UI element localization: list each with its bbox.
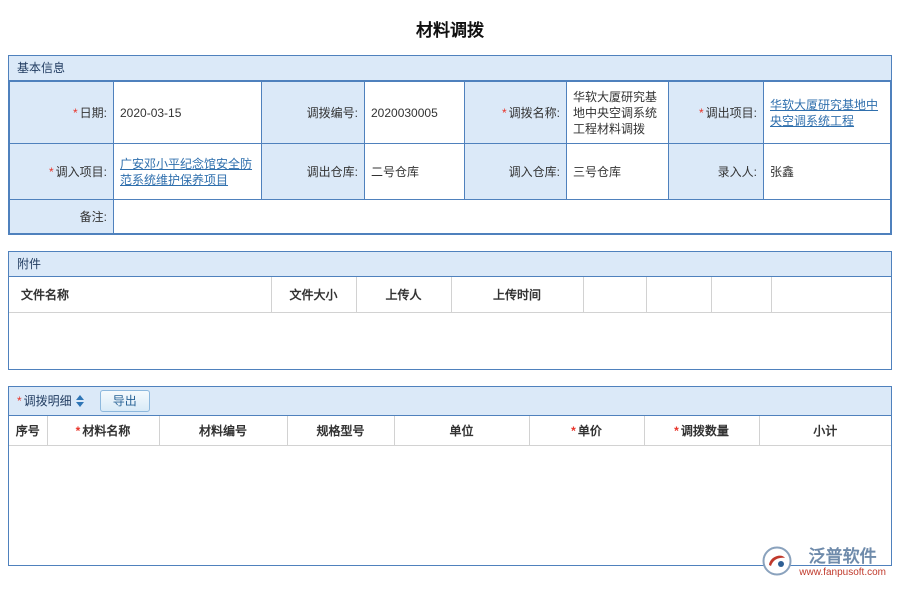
page-title: 材料调拨	[0, 0, 900, 55]
detail-table: 序号 *材料名称 材料编号 规格型号 单位 *单价 *调拨数量 小计	[9, 416, 891, 566]
detail-col-unit: 单位	[394, 416, 529, 446]
basic-info-section: 基本信息 *日期: 2020-03-15 调拨编号: 2020030005 *调…	[8, 55, 892, 235]
detail-col-unit-price: *单价	[529, 416, 644, 446]
required-marker: *	[49, 165, 54, 179]
detail-section-title: *调拨明细	[17, 392, 84, 409]
export-button[interactable]: 导出	[100, 390, 150, 412]
remark-value	[114, 200, 891, 234]
attachments-col-empty	[711, 277, 771, 313]
out-project-label: *调出项目:	[669, 82, 764, 144]
required-marker: *	[17, 394, 22, 408]
attachments-empty-body	[9, 313, 891, 369]
attachments-section-title: 附件	[9, 252, 891, 277]
detail-col-subtotal: 小计	[759, 416, 891, 446]
out-warehouse-label: 调出仓库:	[262, 144, 365, 200]
attachments-col-empty	[646, 277, 711, 313]
date-value: 2020-03-15	[114, 82, 262, 144]
in-project-value: 广安邓小平纪念馆安全防范系统维护保养项目	[114, 144, 262, 200]
attachments-col-file-name: 文件名称	[9, 277, 271, 313]
detail-col-material-no: 材料编号	[159, 416, 287, 446]
transfer-name-label: *调拨名称:	[465, 82, 567, 144]
brand-name: 泛普软件	[799, 547, 886, 566]
remark-label: 备注:	[10, 200, 114, 234]
required-marker: *	[76, 424, 81, 438]
out-project-value: 华软大厦研究基地中央空调系统工程	[764, 82, 891, 144]
attachments-section: 附件 文件名称 文件大小 上传人 上传时间	[8, 251, 892, 370]
in-project-link[interactable]: 广安邓小平纪念馆安全防范系统维护保养项目	[120, 157, 252, 187]
attachments-table: 文件名称 文件大小 上传人 上传时间	[9, 277, 891, 369]
required-marker: *	[699, 106, 704, 120]
out-warehouse-value: 二号仓库	[365, 144, 465, 200]
entry-person-value: 张鑫	[764, 144, 891, 200]
transfer-no-label: 调拨编号:	[262, 82, 365, 144]
in-warehouse-value: 三号仓库	[567, 144, 669, 200]
attachments-col-uploader: 上传人	[356, 277, 451, 313]
required-marker: *	[502, 106, 507, 120]
date-label: *日期:	[10, 82, 114, 144]
detail-col-seq: 序号	[9, 416, 47, 446]
brand-url: www.fanpusoft.com	[799, 566, 886, 579]
sort-icon[interactable]	[76, 395, 84, 407]
detail-col-quantity: *调拨数量	[644, 416, 759, 446]
entry-person-label: 录入人:	[669, 144, 764, 200]
out-project-link[interactable]: 华软大厦研究基地中央空调系统工程	[770, 98, 878, 128]
footer-brand: 泛普软件 www.fanpusoft.com	[761, 545, 886, 580]
detail-col-spec-model: 规格型号	[287, 416, 394, 446]
detail-section: *调拨明细 导出 序号 *材料名称 材料编号 规格型号 单位 *单价 *调拨数量…	[8, 386, 892, 567]
attachments-col-empty	[771, 277, 891, 313]
in-project-label: *调入项目:	[10, 144, 114, 200]
in-warehouse-label: 调入仓库:	[465, 144, 567, 200]
required-marker: *	[674, 424, 679, 438]
required-marker: *	[571, 424, 576, 438]
detail-col-material-name: *材料名称	[47, 416, 159, 446]
attachments-col-upload-time: 上传时间	[451, 277, 583, 313]
required-marker: *	[73, 106, 78, 120]
fanpu-logo-icon	[761, 545, 793, 580]
detail-section-header: *调拨明细 导出	[9, 387, 891, 416]
transfer-no-value: 2020030005	[365, 82, 465, 144]
transfer-name-value: 华软大厦研究基地中央空调系统工程材料调拨	[567, 82, 669, 144]
attachments-col-file-size: 文件大小	[271, 277, 356, 313]
attachments-col-empty	[583, 277, 646, 313]
basic-info-table: *日期: 2020-03-15 调拨编号: 2020030005 *调拨名称: …	[9, 81, 891, 234]
basic-info-section-title: 基本信息	[9, 56, 891, 81]
detail-empty-body	[9, 445, 891, 565]
